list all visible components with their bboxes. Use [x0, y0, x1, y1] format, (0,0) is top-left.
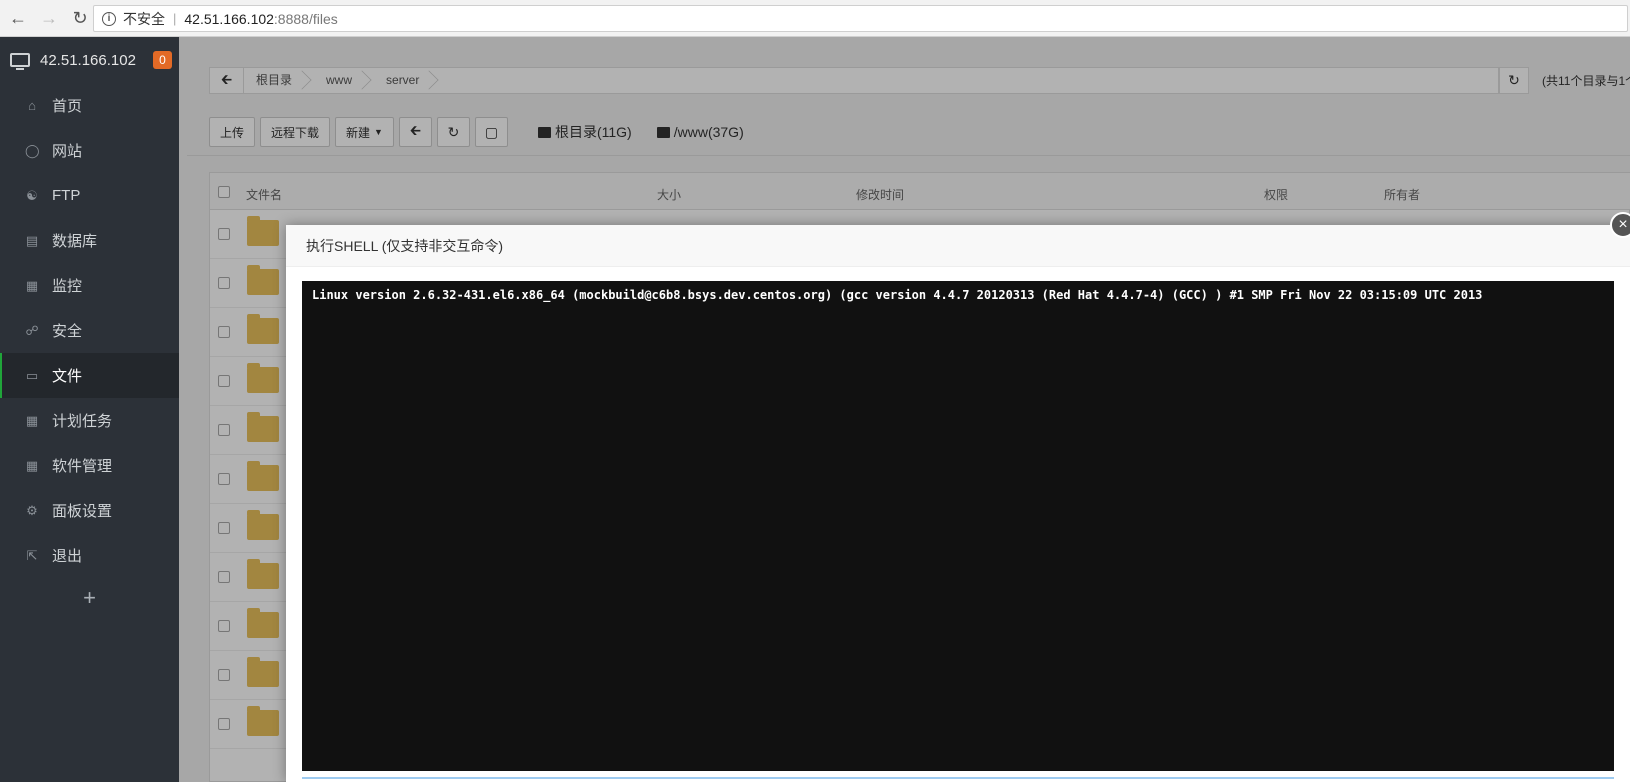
- modal-title: 执行SHELL (仅支持非交互命令): [286, 225, 1630, 267]
- sidebar-item-label: 安全: [52, 323, 83, 340]
- sidebar-item-label: 软件管理: [52, 458, 113, 475]
- info-icon[interactable]: i: [102, 11, 116, 26]
- sidebar-item-database[interactable]: ▤ 数据库: [0, 218, 179, 263]
- address-bar[interactable]: i 不安全 | 42.51.166.102 :8888/files: [93, 5, 1628, 32]
- sidebar-item-security[interactable]: ☍ 安全: [0, 308, 179, 353]
- shell-input-edge[interactable]: [302, 777, 1614, 782]
- sidebar-item-label: FTP: [52, 187, 81, 204]
- sidebar-item-label: 数据库: [52, 233, 98, 250]
- sidebar-item-label: 计划任务: [52, 413, 113, 430]
- sidebar-item-label: 面板设置: [52, 503, 113, 520]
- reload-icon[interactable]: ↻: [67, 5, 93, 31]
- sidebar-item-home[interactable]: ⌂ 首页: [0, 83, 179, 128]
- add-button[interactable]: +: [0, 578, 179, 618]
- url-host: 42.51.166.102: [184, 10, 274, 27]
- shield-icon: ☍: [25, 322, 39, 338]
- database-icon: ▤: [25, 232, 39, 248]
- server-ip: 42.51.166.102: [40, 51, 136, 69]
- browser-toolbar: ← → ↻ i 不安全 | 42.51.166.102 :8888/files: [0, 0, 1630, 37]
- close-icon[interactable]: ×: [1610, 212, 1630, 238]
- monitor-icon: [10, 53, 30, 70]
- sidebar-item-monitor[interactable]: ▦ 监控: [0, 263, 179, 308]
- url-path: :8888/files: [273, 10, 338, 27]
- home-icon: ⌂: [28, 97, 36, 113]
- sidebar-item-cron[interactable]: ▦ 计划任务: [0, 398, 179, 443]
- sidebar-item-website[interactable]: ◯ 网站: [0, 128, 179, 173]
- insecure-label: 不安全: [123, 10, 165, 27]
- address-separator: |: [173, 11, 177, 26]
- notification-badge[interactable]: 0: [153, 51, 172, 69]
- sidebar-item-label: 网站: [52, 143, 83, 160]
- sidebar-item-software[interactable]: ▦ 软件管理: [0, 443, 179, 488]
- ftp-icon: ☯: [26, 187, 38, 203]
- sidebar-item-logout[interactable]: ⇱ 退出: [0, 533, 179, 578]
- sidebar-item-settings[interactable]: ⚙ 面板设置: [0, 488, 179, 533]
- logout-icon: ⇱: [26, 547, 38, 563]
- back-arrow-icon[interactable]: ←: [5, 5, 31, 31]
- sidebar-item-label: 文件: [52, 368, 83, 385]
- calendar-icon: ▦: [25, 412, 39, 428]
- monitor-chart-icon: ▦: [25, 277, 39, 293]
- sidebar-item-files[interactable]: ▭ 文件: [0, 353, 179, 398]
- sidebar-item-label: 监控: [52, 278, 83, 295]
- gear-icon: ⚙: [26, 502, 38, 518]
- apps-icon: ▦: [25, 457, 39, 473]
- forward-arrow-icon[interactable]: →: [36, 5, 62, 31]
- shell-output[interactable]: Linux version 2.6.32-431.el6.x86_64 (moc…: [302, 281, 1614, 771]
- folder-icon: ▭: [25, 367, 39, 383]
- sidebar-item-ftp[interactable]: ☯ FTP: [0, 173, 179, 218]
- globe-icon: ◯: [25, 142, 40, 158]
- sidebar-item-label: 首页: [52, 98, 83, 115]
- shell-modal: 执行SHELL (仅支持非交互命令) Linux version 2.6.32-…: [286, 225, 1630, 782]
- sidebar-item-label: 退出: [52, 548, 83, 565]
- sidebar: 42.51.166.102 0 ⌂ 首页 ◯ 网站 ☯ FTP ▤ 数据库 ▦ …: [0, 37, 179, 782]
